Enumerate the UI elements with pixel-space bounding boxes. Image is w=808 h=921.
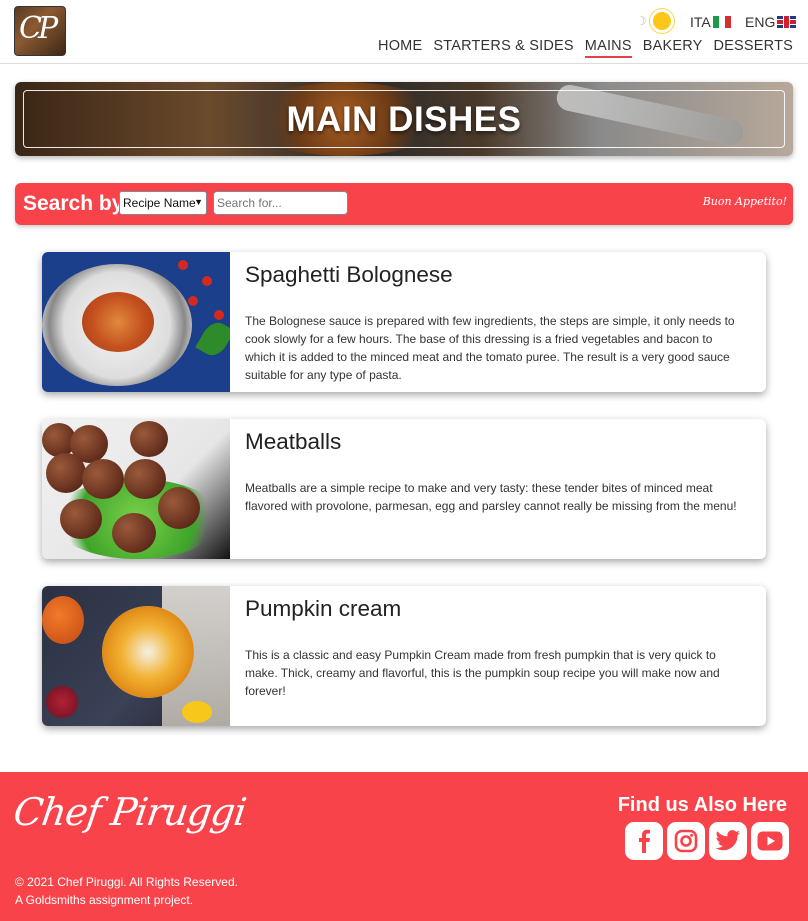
main-nav: HOME STARTERS & SIDES MAINS BAKERY DESSE… xyxy=(378,38,793,58)
theme-toggle[interactable]: ☽ xyxy=(636,12,671,30)
page-title: MAIN DISHES xyxy=(286,100,522,139)
instagram-icon[interactable] xyxy=(667,822,705,860)
language-eng-label: ENG xyxy=(745,14,776,30)
search-label: Search by xyxy=(23,192,124,215)
recipe-card[interactable]: Meatballs Meatballs are a simple recipe … xyxy=(42,419,766,559)
recipe-image-meatballs[interactable] xyxy=(42,419,230,559)
search-type-value: Recipe Name xyxy=(123,196,196,210)
language-eng-link[interactable]: ENG xyxy=(745,14,797,30)
page-banner: MAIN DISHES xyxy=(15,82,793,156)
copyright-text: © 2021 Chef Piruggi. All Rights Reserved… xyxy=(15,875,238,889)
search-bar: Search by Recipe Name ▼ Buon Appetito! xyxy=(15,183,793,225)
recipe-image-pumpkin[interactable] xyxy=(42,586,230,726)
twitter-icon[interactable] xyxy=(709,822,747,860)
site-logo[interactable]: CP xyxy=(14,6,66,56)
site-footer: Chef Piruggi © 2021 Chef Piruggi. All Ri… xyxy=(0,772,808,921)
flag-it-icon xyxy=(712,16,731,28)
social-heading: Find us Also Here xyxy=(617,794,787,816)
buon-appetito-signature: Buon Appetito! xyxy=(702,195,787,208)
recipe-card[interactable]: Pumpkin cream This is a classic and easy… xyxy=(42,586,766,726)
flag-uk-icon xyxy=(777,16,797,28)
project-note: A Goldsmiths assignment project. xyxy=(15,893,194,907)
recipe-description: Meatballs are a simple recipe to make an… xyxy=(245,481,737,513)
site-header: CP ☽ ITA ENG HOME STARTERS & SIDES MAINS… xyxy=(0,0,808,64)
chevron-down-icon: ▼ xyxy=(194,197,203,207)
recipe-description: The Bolognese sauce is prepared with few… xyxy=(245,314,735,382)
language-ita-link[interactable]: ITA xyxy=(690,14,731,30)
nav-starters-sides[interactable]: STARTERS & SIDES xyxy=(433,38,573,58)
recipe-card[interactable]: Spaghetti Bolognese The Bolognese sauce … xyxy=(42,252,766,392)
recipe-title[interactable]: Pumpkin cream xyxy=(245,596,401,622)
search-type-select[interactable]: Recipe Name ▼ xyxy=(119,191,207,215)
chef-signature: Chef Piruggi xyxy=(10,790,249,834)
social-links xyxy=(625,822,789,860)
recipe-description: This is a classic and easy Pumpkin Cream… xyxy=(245,648,720,698)
nav-bakery[interactable]: BAKERY xyxy=(643,38,703,58)
search-input[interactable] xyxy=(213,191,348,215)
nav-home[interactable]: HOME xyxy=(378,38,422,58)
language-ita-label: ITA xyxy=(690,14,711,30)
footer-copyright: © 2021 Chef Piruggi. All Rights Reserved… xyxy=(15,873,238,909)
recipe-title[interactable]: Spaghetti Bolognese xyxy=(245,262,453,288)
sun-icon xyxy=(652,12,671,30)
facebook-icon[interactable] xyxy=(625,822,663,860)
nav-mains[interactable]: MAINS xyxy=(584,38,632,58)
nav-desserts[interactable]: DESSERTS xyxy=(714,38,794,58)
recipe-image-spaghetti[interactable] xyxy=(42,252,230,392)
moon-icon: ☽ xyxy=(636,14,647,28)
youtube-icon[interactable] xyxy=(751,822,789,860)
recipe-title[interactable]: Meatballs xyxy=(245,429,341,455)
logo-text: CP xyxy=(19,11,58,46)
